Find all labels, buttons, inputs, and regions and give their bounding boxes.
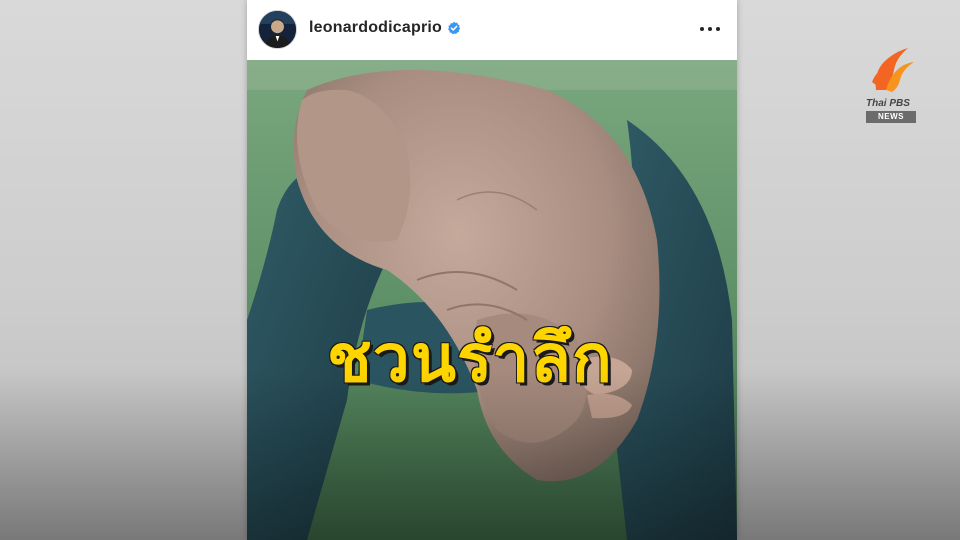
logo-wordmark: Thai PBS bbox=[866, 98, 910, 109]
caption-overlay: ชวนรำลึก bbox=[327, 320, 613, 397]
logo-news-badge: NEWS bbox=[866, 111, 916, 123]
dot-icon bbox=[708, 27, 712, 31]
dugong-underwater-image bbox=[247, 60, 737, 540]
username[interactable]: leonardodicaprio bbox=[309, 19, 442, 37]
screen: leonardodicaprio ชวนรำลึก Thai PBS NEWS bbox=[0, 0, 960, 540]
thai-pbs-logo: Thai PBS NEWS bbox=[862, 44, 924, 124]
post-header: leonardodicaprio bbox=[247, 0, 737, 60]
dot-icon bbox=[700, 27, 704, 31]
avatar-image bbox=[259, 11, 296, 48]
dot-icon bbox=[716, 27, 720, 31]
more-options-icon[interactable] bbox=[700, 20, 720, 38]
username-group: leonardodicaprio bbox=[309, 19, 461, 37]
instagram-post: leonardodicaprio ชวนรำลึก bbox=[247, 0, 737, 540]
profile-avatar[interactable] bbox=[258, 10, 297, 49]
post-photo bbox=[247, 60, 737, 540]
bird-logo-icon bbox=[872, 48, 914, 92]
verified-badge-icon bbox=[448, 21, 461, 35]
